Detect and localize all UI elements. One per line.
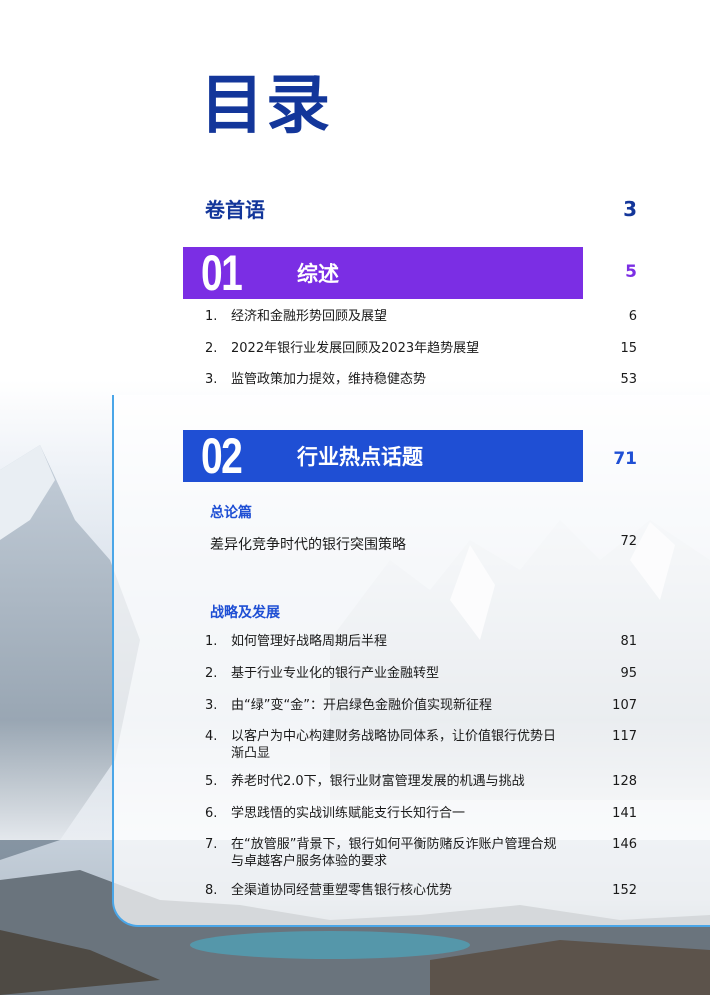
entry-page: 146 [612, 837, 637, 852]
entry-number: 2. [205, 666, 218, 681]
section-number: 02 [201, 428, 243, 484]
entry-title: 以客户为中心构建财务战略协同体系，让价值银行优势日渐凸显 [231, 729, 557, 761]
group-heading: 战略及发展 [210, 605, 280, 621]
entry-page: 141 [612, 806, 637, 821]
entry-page: 81 [620, 634, 637, 649]
entry-title: 监管政策加力提效，维持稳健态势 [231, 372, 427, 387]
entry-page: 72 [620, 534, 637, 549]
section-02-page: 71 [613, 449, 637, 469]
entry-title: 如何管理好战略周期后半程 [231, 634, 388, 649]
section-title: 行业热点话题 [297, 445, 423, 469]
entry-title: 在“放管服”背景下，银行如何平衡防赌反诈账户管理合规与卓越客户服务体验的要求 [231, 837, 557, 869]
section-number: 01 [201, 245, 243, 301]
toc-entry[interactable]: 差异化竞争时代的银行突围策略 72 [210, 534, 637, 554]
entry-title: 由“绿”变“金”：开启绿色金融价值实现新征程 [231, 698, 492, 713]
section-title: 综述 [297, 262, 339, 286]
entry-title: 学思践悟的实战训练赋能支行长知行合一 [231, 806, 466, 821]
entry-number: 7. [205, 837, 218, 852]
section-01-banner[interactable]: 01 综述 [183, 245, 583, 301]
entry-title: 2022年银行业发展回顾及2023年趋势展望 [231, 341, 480, 356]
group-heading: 总论篇 [210, 505, 252, 521]
entry-title: 全渠道协同经营重塑零售银行核心优势 [231, 883, 453, 898]
entry-page: 15 [620, 341, 637, 356]
entry-title: 经济和金融形势回顾及展望 [231, 309, 388, 324]
section-02-banner[interactable]: 02 行业热点话题 [183, 428, 583, 484]
entry-title: 差异化竞争时代的银行突围策略 [210, 537, 406, 553]
entry-title: 养老时代2.0下，银行业财富管理发展的机遇与挑战 [231, 774, 525, 789]
entry-number: 8. [205, 883, 218, 898]
section-01-page: 5 [625, 262, 637, 282]
entry-number: 3. [205, 372, 218, 387]
entry-number: 4. [205, 729, 218, 744]
entry-page: 128 [612, 774, 637, 789]
entry-number: 1. [205, 309, 218, 324]
entry-title: 基于行业专业化的银行产业金融转型 [231, 666, 440, 681]
entry-page: 95 [620, 666, 637, 681]
entry-page: 107 [612, 698, 637, 713]
entry-number: 5. [205, 774, 218, 789]
entry-page: 117 [612, 729, 637, 744]
entry-page: 152 [612, 883, 637, 898]
preface-entry[interactable]: 卷首语 3 [205, 194, 637, 223]
entry-number: 6. [205, 806, 218, 821]
entry-page: 6 [628, 309, 637, 324]
entry-number: 1. [205, 634, 218, 649]
entry-number: 2. [205, 341, 218, 356]
preface-label: 卷首语 [205, 198, 265, 222]
entry-page: 53 [620, 372, 637, 387]
entry-number: 3. [205, 698, 218, 713]
preface-page: 3 [623, 196, 637, 221]
page-title: 目录 [200, 69, 332, 143]
